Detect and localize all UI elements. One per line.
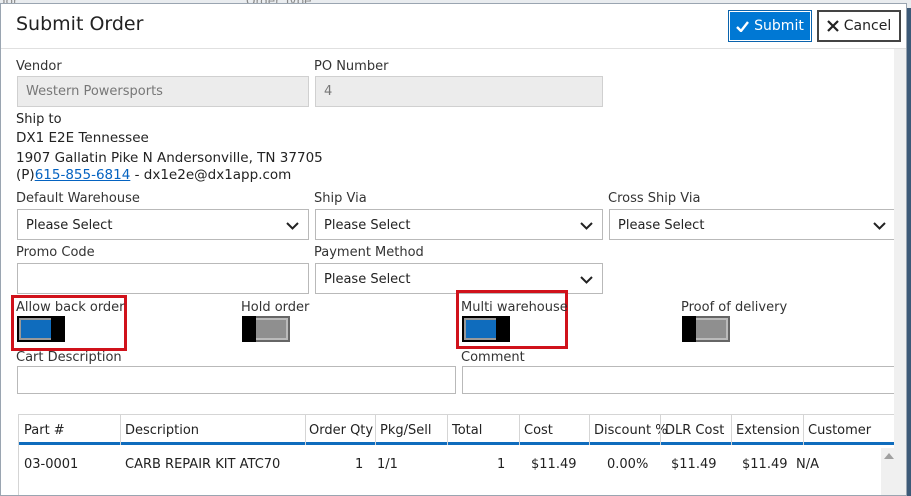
cell-pkg-sell: 1/1 (377, 457, 398, 472)
dialog-scrollbar[interactable] (894, 49, 906, 495)
chevron-down-icon (873, 222, 886, 230)
col-header-part[interactable]: Part # (24, 423, 65, 438)
cell-dlr-cost: $11.49 (671, 457, 717, 472)
multi-warehouse-label: Multi warehouse (461, 300, 568, 315)
default-warehouse-select[interactable]: Please Select (17, 209, 309, 240)
vendor-field[interactable]: Western Powersports (17, 76, 309, 107)
phone-link[interactable]: 615-855-6814 (35, 167, 131, 183)
multi-warehouse-toggle[interactable] (462, 316, 510, 342)
email-text: - dx1e2e@dx1app.com (130, 167, 292, 183)
vendor-label: Vendor (16, 59, 62, 74)
payment-method-label: Payment Method (314, 245, 424, 260)
ship-to-address: 1907 Gallatin Pike N Andersonville, TN 3… (16, 150, 323, 166)
cart-description-input[interactable] (17, 366, 456, 394)
col-separator (589, 415, 590, 445)
toggle-knob (682, 316, 696, 342)
comment-input[interactable] (462, 366, 896, 394)
cancel-button[interactable]: Cancel (817, 10, 901, 42)
col-header-pkg-sell[interactable]: Pkg/Sell (380, 423, 431, 438)
dialog-header: Submit Order Submit Cancel (1, 4, 906, 49)
cell-extension: $11.49 (742, 457, 788, 472)
ship-to-name: DX1 E2E Tennessee (16, 130, 149, 146)
cross-ship-via-label: Cross Ship Via (608, 191, 701, 206)
submit-order-dialog: Submit Order Submit Cancel Vendor Wester… (0, 3, 907, 496)
default-warehouse-label: Default Warehouse (16, 191, 140, 206)
hold-order-label: Hold order (241, 300, 310, 315)
cell-part: 03-0001 (24, 457, 79, 472)
chevron-down-icon (580, 276, 593, 284)
col-header-dlr-cost[interactable]: DLR Cost (665, 423, 724, 438)
cell-description: CARB REPAIR KIT ATC70 (125, 457, 281, 472)
allow-back-order-toggle[interactable] (17, 316, 65, 342)
col-separator (120, 415, 121, 445)
cross-ship-via-select[interactable]: Please Select (609, 209, 896, 240)
scroll-up-icon[interactable] (884, 453, 894, 459)
proof-of-delivery-toggle[interactable] (682, 316, 730, 342)
chevron-down-icon (286, 222, 299, 230)
toggle-knob (51, 316, 65, 342)
col-header-discount[interactable]: Discount % (594, 423, 668, 438)
dialog-title: Submit Order (16, 13, 144, 35)
col-separator (447, 415, 448, 445)
cancel-label: Cancel (843, 18, 892, 34)
ship-via-select[interactable]: Please Select (315, 209, 603, 240)
cell-customer: N/A (796, 457, 819, 472)
cell-discount: 0.00% (607, 457, 649, 472)
col-header-cost[interactable]: Cost (524, 423, 553, 438)
po-number-label: PO Number (314, 59, 389, 74)
col-header-order-qty[interactable]: Order Qty (309, 423, 373, 438)
comment-label: Comment (461, 350, 525, 365)
ship-to-label: Ship to (16, 112, 62, 127)
toggle-knob (496, 316, 510, 342)
order-lines-table: Part # Description Order Qty Pkg/Sell To… (18, 414, 897, 495)
col-header-customer[interactable]: Customer (808, 423, 871, 438)
cart-description-label: Cart Description (16, 350, 122, 365)
toggle-knob (242, 316, 256, 342)
ship-via-label: Ship Via (314, 191, 367, 206)
col-separator (375, 415, 376, 445)
allow-back-order-label: Allow back order (16, 300, 125, 315)
promo-code-input[interactable] (17, 263, 309, 294)
col-header-description[interactable]: Description (125, 423, 199, 438)
close-icon (827, 20, 839, 32)
col-separator (660, 415, 661, 445)
hold-order-toggle[interactable] (242, 316, 290, 342)
col-separator (519, 415, 520, 445)
col-header-extension[interactable]: Extension (736, 423, 800, 438)
col-separator (731, 415, 732, 445)
chevron-down-icon (580, 222, 593, 230)
po-number-field[interactable]: 4 (315, 76, 603, 107)
proof-of-delivery-label: Proof of delivery (681, 300, 788, 315)
ship-to-contact: (P)615-855-6814 - dx1e2e@dx1app.com (16, 167, 291, 183)
promo-code-label: Promo Code (16, 245, 95, 260)
cell-cost: $11.49 (531, 457, 577, 472)
cross-ship-via-value: Please Select (618, 218, 705, 233)
payment-method-value: Please Select (324, 272, 411, 287)
phone-prefix: (P) (16, 167, 35, 183)
cell-order-qty: 1 (355, 457, 364, 472)
default-warehouse-value: Please Select (26, 218, 113, 233)
col-header-total[interactable]: Total (452, 423, 482, 438)
col-separator (305, 415, 306, 445)
submit-label: Submit (754, 18, 804, 34)
cell-total: 1 (497, 457, 506, 472)
ship-via-value: Please Select (324, 218, 411, 233)
col-separator (803, 415, 804, 445)
submit-button[interactable]: Submit (728, 10, 812, 42)
check-icon (736, 20, 750, 32)
